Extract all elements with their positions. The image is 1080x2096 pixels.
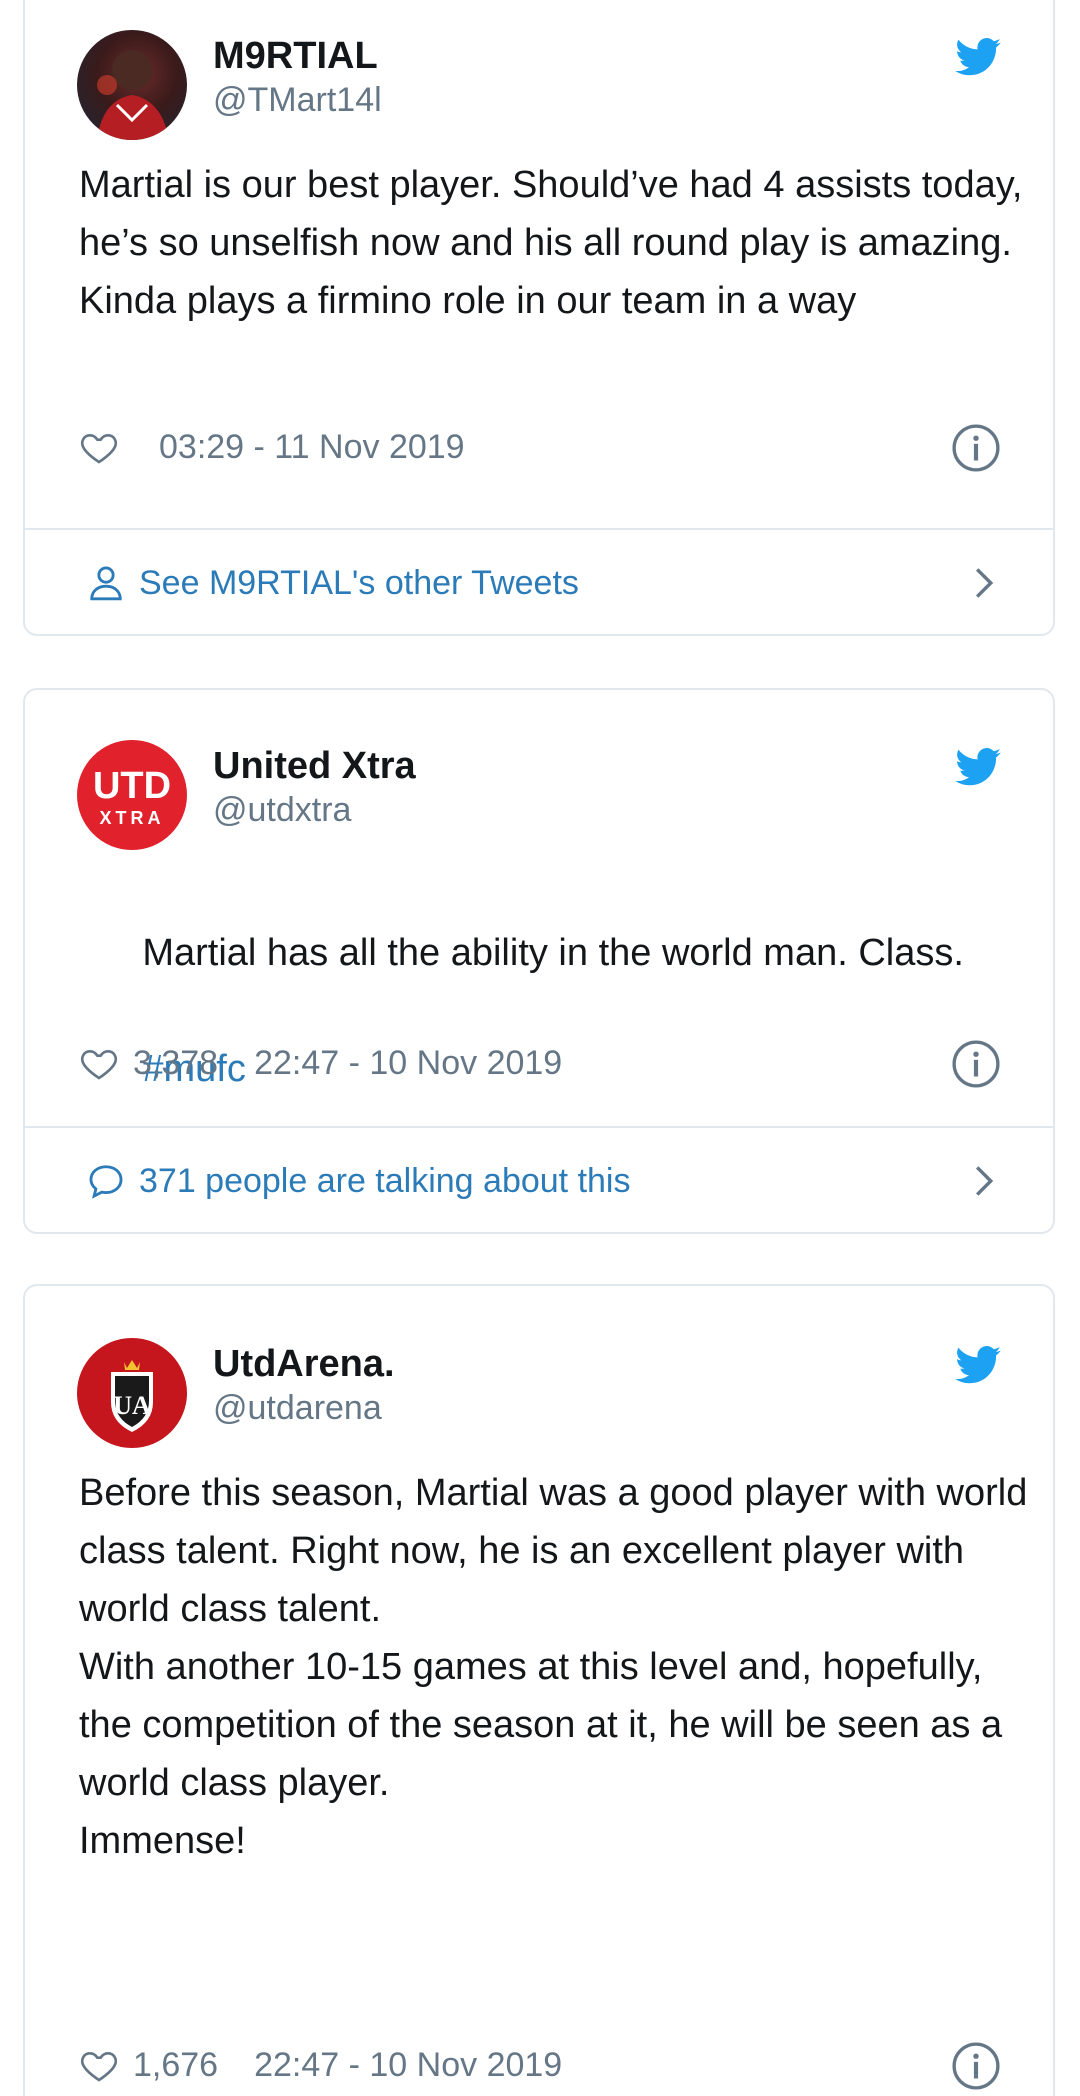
- tweet-paragraph: With another 10-15 games at this level a…: [79, 1646, 1013, 1804]
- timestamp[interactable]: 03:29 - 11 Nov 2019: [159, 428, 465, 467]
- info-icon[interactable]: [951, 2041, 1001, 2091]
- avatar[interactable]: [77, 30, 187, 140]
- footer-label: See M9RTIAL's other Tweets: [139, 563, 579, 602]
- tweet-meta: 03:29 - 11 Nov 2019: [79, 422, 465, 472]
- user-handle[interactable]: @utdarena: [213, 1388, 382, 1428]
- svg-text:UTD: UTD: [93, 765, 171, 807]
- tweet-meta: 3,378 22:47 - 10 Nov 2019: [79, 1038, 562, 1088]
- avatar-logo: UTD XTRA: [93, 765, 171, 828]
- display-name[interactable]: M9RTIAL: [213, 34, 378, 78]
- user-handle[interactable]: @utdxtra: [213, 790, 351, 830]
- svg-text:UA: UA: [113, 1391, 151, 1420]
- tweet-card: UTD XTRA United Xtra @utdxtra Martial ha…: [23, 688, 1055, 1234]
- svg-text:XTRA: XTRA: [100, 808, 165, 828]
- twitter-bird-icon[interactable]: [955, 748, 1001, 786]
- tweet-paragraph: Immense!: [79, 1820, 246, 1862]
- avatar-logo: UA: [111, 1360, 153, 1432]
- display-name[interactable]: UtdArena.: [213, 1342, 395, 1386]
- like-count[interactable]: 1,676: [133, 2046, 218, 2085]
- avatar[interactable]: UA: [77, 1338, 187, 1448]
- like-count[interactable]: 3,378: [133, 1044, 218, 1083]
- twitter-bird-icon[interactable]: [955, 38, 1001, 76]
- conversation-link[interactable]: 371 people are talking about this: [25, 1128, 1053, 1234]
- tweet-text: Martial is our best player. Should’ve ha…: [79, 164, 1034, 322]
- timestamp[interactable]: 22:47 - 10 Nov 2019: [254, 1044, 562, 1083]
- avatar-image: [97, 50, 169, 140]
- chevron-right-icon: [975, 568, 994, 598]
- tweet-paragraph: Before this season, Martial was a good p…: [79, 1472, 1038, 1630]
- tweet-meta: 1,676 22:47 - 10 Nov 2019: [79, 2040, 562, 2090]
- tweet-feed: M9RTIAL @TMart14l Martial is our best pl…: [0, 0, 1080, 2096]
- person-icon: [90, 566, 122, 601]
- user-handle[interactable]: @TMart14l: [213, 80, 382, 120]
- footer-label: 371 people are talking about this: [139, 1161, 631, 1200]
- tweet-body: Martial has all the ability in the world…: [142, 932, 964, 974]
- info-icon[interactable]: [951, 1039, 1001, 1089]
- info-icon[interactable]: [951, 423, 1001, 473]
- display-name[interactable]: United Xtra: [213, 744, 416, 788]
- speech-bubble-icon: [89, 1165, 123, 1199]
- tweet-card: M9RTIAL @TMart14l Martial is our best pl…: [23, 0, 1055, 636]
- tweet-text: Martial has all the ability in the world…: [79, 866, 1039, 1156]
- chevron-right-icon: [975, 1166, 994, 1196]
- heart-icon[interactable]: [79, 2045, 119, 2085]
- heart-icon[interactable]: [79, 427, 119, 467]
- twitter-bird-icon[interactable]: [955, 1346, 1001, 1384]
- tweet-card: UA UtdArena. @utdarena Before this seaso…: [23, 1284, 1055, 2096]
- other-tweets-link[interactable]: See M9RTIAL's other Tweets: [25, 530, 1053, 636]
- heart-icon[interactable]: [79, 1043, 119, 1083]
- avatar[interactable]: UTD XTRA: [77, 740, 187, 850]
- timestamp[interactable]: 22:47 - 10 Nov 2019: [254, 2046, 562, 2085]
